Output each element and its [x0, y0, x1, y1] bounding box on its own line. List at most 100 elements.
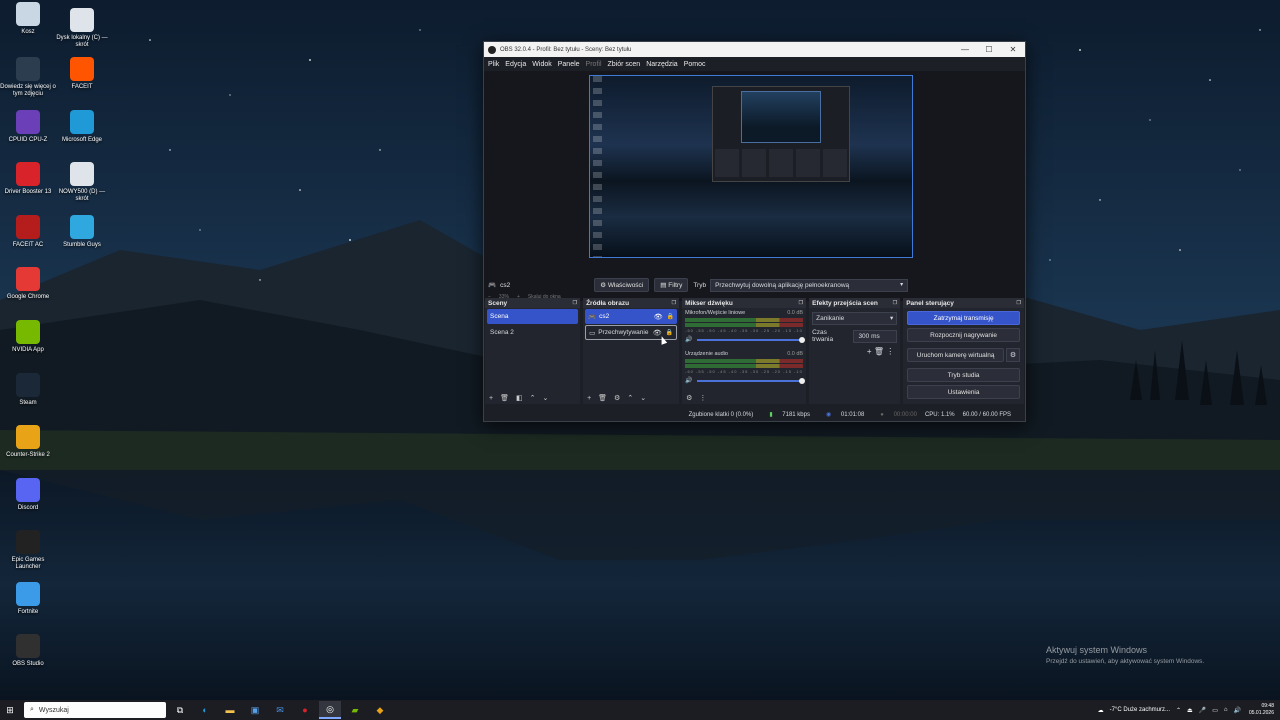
desktop-icon[interactable]: FACEIT AC: [0, 215, 56, 249]
desktop-icon[interactable]: Driver Booster 13: [0, 162, 56, 196]
desktop-icon[interactable]: Counter-Strike 2: [0, 425, 56, 459]
menu-file[interactable]: Plik: [488, 61, 499, 68]
desktop-icon[interactable]: Microsoft Edge: [54, 110, 110, 144]
taskbar-search[interactable]: ⌕ Wyszukaj: [24, 702, 166, 718]
scene-filter-icon[interactable]: ◧: [516, 394, 523, 402]
clock[interactable]: 09:48 05.01.2026: [1249, 703, 1274, 717]
desktop-icon[interactable]: OBS Studio: [0, 634, 56, 668]
start-virtual-camera-button[interactable]: Uruchom kamerę wirtualną: [907, 348, 1004, 362]
menu-edit[interactable]: Edycja: [505, 61, 526, 68]
desktop-icon[interactable]: Stumble Guys: [54, 215, 110, 249]
faceit-icon: [70, 57, 94, 81]
weather-text[interactable]: -7°C Duże zachmurz...: [1110, 707, 1170, 713]
more-icon[interactable]: ⋮: [699, 394, 706, 402]
menu-profile[interactable]: Profil: [586, 61, 602, 68]
battery-icon[interactable]: ▭: [1212, 707, 1218, 714]
desktop-icon[interactable]: Steam: [0, 373, 56, 407]
start-recording-button[interactable]: Rozpocznij nagrywanie: [907, 328, 1020, 342]
windows-start-icon[interactable]: ⊞: [0, 705, 20, 716]
menu-scene-collection[interactable]: Zbiór scen: [608, 61, 641, 68]
edge-taskbar-icon[interactable]: ◐: [194, 701, 216, 719]
menu-help[interactable]: Pomoc: [684, 61, 706, 68]
lock-icon[interactable]: 🔒: [667, 313, 674, 320]
minimize-icon[interactable]: —: [953, 42, 977, 57]
undock-icon[interactable]: ❐: [1017, 300, 1021, 306]
desktop-icon[interactable]: FACEIT: [54, 57, 110, 91]
scene-item[interactable]: Scena: [487, 309, 579, 324]
volume-slider[interactable]: [696, 336, 805, 343]
menu-docks[interactable]: Panele: [558, 61, 580, 68]
store-icon[interactable]: ▣: [244, 701, 266, 719]
eye-icon[interactable]: 👁: [654, 313, 663, 321]
obs-titlebar[interactable]: OBS 32.0.4 - Profil: Bez tytułu - Sceny:…: [484, 42, 1025, 57]
mail-icon[interactable]: ✉: [269, 701, 291, 719]
undock-icon[interactable]: ❐: [893, 300, 897, 306]
studio-mode-button[interactable]: Tryb studia: [907, 368, 1020, 382]
desktop-icon[interactable]: Discord: [0, 478, 56, 512]
lock-icon[interactable]: 🔒: [666, 329, 673, 336]
desktop-icon[interactable]: Kosz: [0, 2, 56, 36]
desktop-icon-label: Steam: [19, 400, 37, 406]
move-down-icon[interactable]: ⌄: [640, 394, 646, 402]
desktop-icon[interactable]: NVIDIA App: [0, 320, 56, 354]
obs-taskbar-icon[interactable]: ◎: [319, 701, 341, 719]
filter-icon: ▤: [660, 282, 667, 289]
undock-icon[interactable]: ❐: [672, 300, 676, 306]
desktop-icon[interactable]: NOWY500 (D) — skrót: [54, 162, 110, 203]
cs2-taskbar-icon[interactable]: ◆: [369, 701, 391, 719]
transition-select[interactable]: Zanikanie: [812, 312, 898, 325]
move-down-icon[interactable]: ⌄: [542, 394, 548, 402]
microphone-icon[interactable]: 🎤: [1199, 707, 1206, 714]
file-explorer-icon[interactable]: ▬: [219, 701, 241, 719]
program-preview[interactable]: [589, 75, 913, 258]
fortnite-icon: [16, 582, 40, 606]
trash-icon[interactable]: 🗑: [598, 394, 607, 402]
desktop-icon[interactable]: Google Chrome: [0, 267, 56, 301]
volume-icon[interactable]: 🔊: [1233, 707, 1240, 714]
desktop-icon[interactable]: Dowiedz się więcej o tym zdjęciu: [0, 57, 56, 98]
properties-button[interactable]: ⚙ Właściwości: [594, 278, 650, 292]
volume-slider[interactable]: [696, 377, 805, 384]
move-up-icon[interactable]: ⌃: [530, 394, 536, 402]
desktop-icon-label: Dowiedz się więcej o tym zdjęciu: [0, 84, 56, 97]
add-icon[interactable]: +: [867, 347, 872, 356]
scene-item[interactable]: Scena 2: [487, 325, 578, 340]
undock-icon[interactable]: ❐: [573, 300, 577, 306]
edge-icon: [70, 110, 94, 134]
maximize-icon[interactable]: ☐: [977, 42, 1001, 57]
speaker-icon[interactable]: 🔊: [685, 377, 692, 384]
settings-button[interactable]: Ustawienia: [907, 385, 1020, 399]
network-icon[interactable]: ⌂: [1224, 707, 1228, 713]
desktop-icon[interactable]: CPUID CPU-Z: [0, 110, 56, 144]
gear-icon[interactable]: ⚙: [1006, 348, 1020, 362]
desktop-icon[interactable]: Epic Games Launcher: [0, 530, 56, 571]
filters-button[interactable]: ▤ Filtry: [654, 278, 689, 292]
eye-icon[interactable]: 👁: [653, 329, 662, 337]
speaker-icon[interactable]: 🔊: [685, 336, 692, 343]
close-icon[interactable]: ✕: [1001, 42, 1025, 57]
desktop-icon[interactable]: Dysk lokalny (C) — skrót: [54, 8, 110, 49]
add-icon[interactable]: +: [489, 395, 493, 402]
menu-view[interactable]: Widok: [532, 61, 551, 68]
gear-icon[interactable]: ⚙: [614, 394, 620, 402]
menu-tools[interactable]: Narzędzia: [646, 61, 678, 68]
trash-icon[interactable]: 🗑: [874, 347, 884, 356]
more-icon[interactable]: ⋮: [886, 347, 894, 356]
source-item[interactable]: 🎮 cs2 👁 🔒: [585, 309, 678, 324]
undock-icon[interactable]: ❐: [799, 300, 803, 306]
desktop-icon[interactable]: Fortnite: [0, 582, 56, 616]
driver-booster-taskbar-icon[interactable]: ●: [294, 701, 316, 719]
trash-icon[interactable]: 🗑: [500, 394, 509, 402]
move-up-icon[interactable]: ⌃: [627, 394, 633, 402]
task-view-icon[interactable]: ⧉: [169, 701, 191, 719]
usb-icon[interactable]: ⏏: [1187, 707, 1193, 714]
duration-input[interactable]: 300 ms: [853, 329, 898, 343]
nvidia-taskbar-icon[interactable]: ▰: [344, 701, 366, 719]
tray-chevron-icon[interactable]: ⌃: [1176, 707, 1181, 714]
weather-icon[interactable]: ☁: [1098, 707, 1104, 714]
add-icon[interactable]: +: [587, 395, 591, 402]
obs-title-text: OBS 32.0.4 - Profil: Bez tytułu - Sceny:…: [500, 46, 632, 53]
capture-mode-select[interactable]: Przechwytuj dowolną aplikację pełnoekran…: [710, 278, 909, 292]
mixer-settings-icon[interactable]: ⚙: [686, 394, 692, 402]
stop-stream-button[interactable]: Zatrzymaj transmisję: [907, 311, 1020, 325]
